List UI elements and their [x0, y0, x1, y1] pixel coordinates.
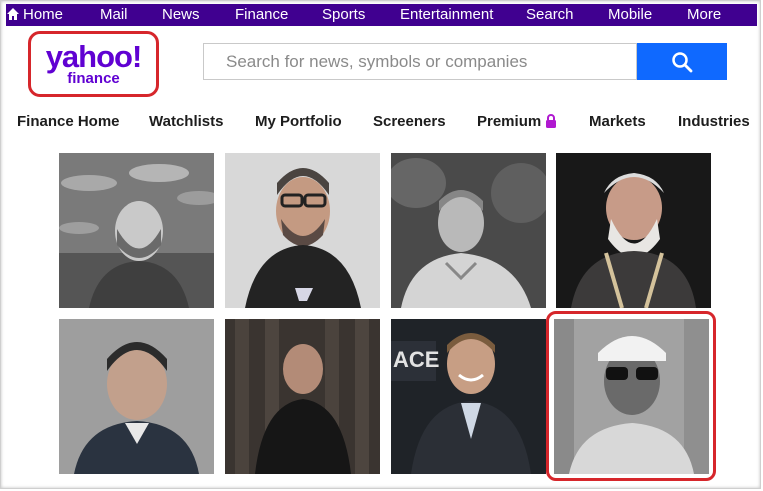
yahoo-finance-logo[interactable]: yahoo! finance: [28, 31, 159, 97]
top-navigation-bar: Home Mail News Finance Sports Entertainm…: [6, 4, 757, 26]
profile-photo-2[interactable]: [225, 153, 380, 308]
nav-premium-label: Premium: [477, 113, 542, 130]
search-icon: [672, 51, 693, 72]
topnav-entertainment[interactable]: Entertainment: [400, 6, 493, 23]
topnav-mail[interactable]: Mail: [100, 6, 128, 23]
topnav-home[interactable]: Home: [6, 6, 63, 23]
logo-main-text: yahoo!: [45, 38, 143, 74]
nav-premium[interactable]: Premium: [477, 113, 557, 130]
topnav-news[interactable]: News: [162, 6, 200, 23]
nav-watchlists[interactable]: Watchlists: [149, 113, 223, 130]
lock-icon: [546, 114, 557, 128]
search-button[interactable]: [637, 43, 727, 80]
topnav-more[interactable]: More: [687, 6, 721, 23]
nav-markets[interactable]: Markets: [589, 113, 646, 130]
svg-text:ACE: ACE: [393, 347, 439, 372]
topnav-mobile[interactable]: Mobile: [608, 6, 652, 23]
nav-screeners[interactable]: Screeners: [373, 113, 446, 130]
profile-photo-6[interactable]: [225, 319, 380, 474]
topnav-sports[interactable]: Sports: [322, 6, 365, 23]
topnav-label-home: Home: [23, 6, 64, 23]
highlight-box-photo-8: [546, 311, 716, 481]
logo-sub-text: finance: [67, 69, 120, 87]
topnav-search[interactable]: Search: [526, 6, 574, 23]
profile-photo-1[interactable]: [59, 153, 214, 308]
profile-photo-3[interactable]: [391, 153, 546, 308]
nav-my-portfolio[interactable]: My Portfolio: [255, 113, 342, 130]
search-input[interactable]: Search for news, symbols or companies: [203, 43, 637, 80]
profile-photo-4[interactable]: [556, 153, 711, 308]
nav-finance-home[interactable]: Finance Home: [17, 113, 120, 130]
topnav-finance[interactable]: Finance: [235, 6, 288, 23]
home-icon: [7, 8, 19, 20]
nav-industries[interactable]: Industries: [678, 113, 750, 130]
profile-photo-7[interactable]: ACE: [391, 319, 546, 474]
profile-photo-5[interactable]: [59, 319, 214, 474]
